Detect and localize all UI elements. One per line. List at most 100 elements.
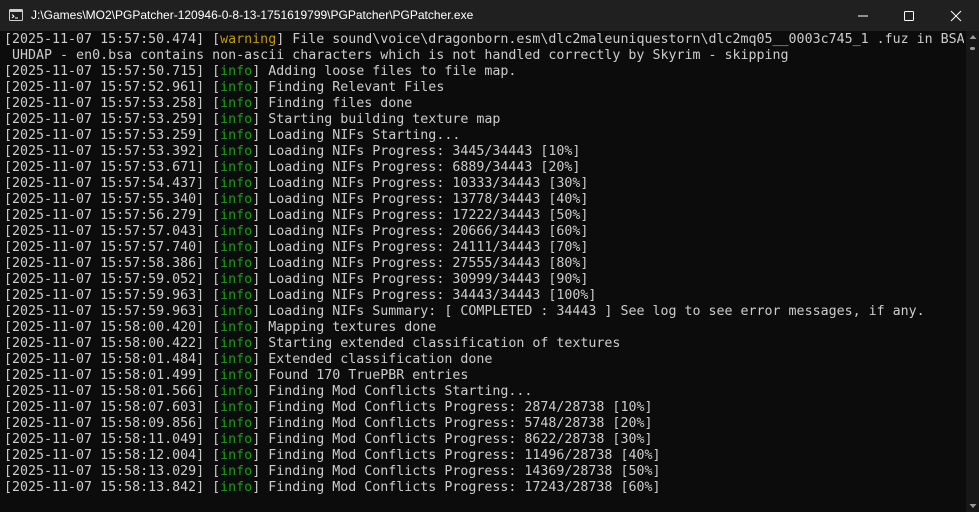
log-message: Finding Mod Conflicts Progress: 2874/287… bbox=[268, 400, 653, 415]
log-timestamp: [2025-11-07 15:57:54.437] bbox=[4, 176, 205, 191]
log-level: info bbox=[220, 128, 253, 143]
log-message: Found 170 TruePBR entries bbox=[268, 368, 469, 383]
log-timestamp: [2025-11-07 15:57:50.715] bbox=[4, 64, 205, 79]
log-timestamp: [2025-11-07 15:57:55.340] bbox=[4, 192, 205, 207]
log-timestamp: [2025-11-07 15:58:00.420] bbox=[4, 320, 205, 335]
log-timestamp: [2025-11-07 15:57:50.474] bbox=[4, 32, 205, 47]
log-timestamp: [2025-11-07 15:57:53.258] bbox=[4, 96, 205, 111]
log-message: Loading NIFs Progress: 17222/34443 [50%] bbox=[268, 208, 589, 223]
log-level: info bbox=[220, 272, 253, 287]
log-level: info bbox=[220, 320, 253, 335]
console-line: [2025-11-07 15:58:07.603] [info] Finding… bbox=[4, 400, 653, 415]
log-timestamp: [2025-11-07 15:57:53.671] bbox=[4, 160, 205, 175]
chevron-up-icon bbox=[969, 35, 976, 39]
log-level: info bbox=[220, 336, 253, 351]
log-message: Starting building texture map bbox=[268, 112, 501, 127]
console-line: [2025-11-07 15:58:11.049] [info] Finding… bbox=[4, 432, 653, 447]
log-level: info bbox=[220, 368, 253, 383]
log-level: info bbox=[220, 208, 253, 223]
log-timestamp: [2025-11-07 15:57:53.259] bbox=[4, 112, 205, 127]
log-level: info bbox=[220, 192, 253, 207]
chevron-down-icon bbox=[969, 504, 976, 508]
log-message: Finding Relevant Files bbox=[268, 80, 445, 95]
title-bar[interactable]: J:\Games\MO2\PGPatcher-120946-0-8-13-175… bbox=[0, 0, 979, 31]
log-level: info bbox=[220, 160, 253, 175]
scrollbar-thumb[interactable] bbox=[970, 47, 975, 50]
log-timestamp: [2025-11-07 15:58:01.566] bbox=[4, 384, 205, 399]
log-message: Mapping textures done bbox=[268, 320, 437, 335]
log-message: Loading NIFs Summary: [ COMPLETED : 3444… bbox=[268, 304, 925, 319]
log-message: Loading NIFs Progress: 13778/34443 [40%] bbox=[268, 192, 589, 207]
log-message: Finding Mod Conflicts Progress: 14369/28… bbox=[268, 464, 661, 479]
log-timestamp: [2025-11-07 15:58:13.029] bbox=[4, 464, 205, 479]
close-icon bbox=[950, 10, 962, 21]
log-level: info bbox=[220, 464, 253, 479]
console-line: [2025-11-07 15:58:13.842] [info] Finding… bbox=[4, 480, 661, 495]
log-message: File sound\voice\dragonborn.esm\dlc2male… bbox=[292, 32, 964, 47]
log-timestamp: [2025-11-07 15:58:01.499] bbox=[4, 368, 205, 383]
console-line: [2025-11-07 15:57:59.052] [info] Loading… bbox=[4, 272, 589, 287]
log-message: Finding Mod Conflicts Progress: 8622/287… bbox=[268, 432, 653, 447]
log-timestamp: [2025-11-07 15:57:59.052] bbox=[4, 272, 205, 287]
minimize-icon bbox=[858, 15, 868, 16]
console-line: [2025-11-07 15:58:00.420] [info] Mapping… bbox=[4, 320, 437, 335]
log-level: info bbox=[220, 96, 253, 111]
console-line: UHDAP - en0.bsa contains non-ascii chara… bbox=[4, 48, 964, 64]
close-button[interactable] bbox=[933, 0, 979, 31]
log-timestamp: [2025-11-07 15:57:58.386] bbox=[4, 256, 205, 271]
console-line: [2025-11-07 15:57:54.437] [info] Loading… bbox=[4, 176, 589, 191]
console-line: [2025-11-07 15:57:57.043] [info] Loading… bbox=[4, 224, 589, 239]
console-line: [2025-11-07 15:58:01.566] [info] Finding… bbox=[4, 384, 533, 399]
log-message: UHDAP - en0.bsa contains non-ascii chara… bbox=[12, 48, 789, 63]
log-timestamp: [2025-11-07 15:57:56.279] bbox=[4, 208, 205, 223]
log-level: info bbox=[220, 400, 253, 415]
log-timestamp: [2025-11-07 15:58:09.856] bbox=[4, 416, 205, 431]
vertical-scrollbar[interactable] bbox=[966, 31, 979, 512]
terminal-window: J:\Games\MO2\PGPatcher-120946-0-8-13-175… bbox=[0, 0, 979, 512]
log-level: info bbox=[220, 80, 253, 95]
console-output[interactable]: [2025-11-07 15:57:50.474] [warning] File… bbox=[4, 32, 964, 512]
log-timestamp: [2025-11-07 15:58:12.004] bbox=[4, 448, 205, 463]
console-line: [2025-11-07 15:58:01.484] [info] Extende… bbox=[4, 352, 493, 367]
console-line: [2025-11-07 15:58:00.422] [info] Startin… bbox=[4, 336, 621, 351]
log-timestamp: [2025-11-07 15:57:53.259] bbox=[4, 128, 205, 143]
log-level: info bbox=[220, 416, 253, 431]
log-message: Finding Mod Conflicts Progress: 5748/287… bbox=[268, 416, 653, 431]
log-level: info bbox=[220, 112, 253, 127]
log-message: Finding files done bbox=[268, 96, 413, 111]
log-level: info bbox=[220, 256, 253, 271]
log-level: info bbox=[220, 288, 253, 303]
maximize-icon bbox=[904, 10, 914, 21]
log-level: info bbox=[220, 240, 253, 255]
log-message: Loading NIFs Progress: 24111/34443 [70%] bbox=[268, 240, 589, 255]
log-level: info bbox=[220, 448, 253, 463]
scroll-down-button[interactable] bbox=[966, 500, 979, 512]
log-timestamp: [2025-11-07 15:57:53.392] bbox=[4, 144, 205, 159]
log-timestamp: [2025-11-07 15:57:57.740] bbox=[4, 240, 205, 255]
log-message: Finding Mod Conflicts Starting... bbox=[268, 384, 533, 399]
console-line: [2025-11-07 15:57:59.963] [info] Loading… bbox=[4, 288, 597, 303]
console-line: [2025-11-07 15:57:53.259] [info] Loading… bbox=[4, 128, 461, 143]
scroll-up-button[interactable] bbox=[966, 31, 979, 43]
console-line: [2025-11-07 15:58:01.499] [info] Found 1… bbox=[4, 368, 469, 383]
console-line: [2025-11-07 15:57:50.474] [warning] File… bbox=[4, 32, 964, 47]
window-title: J:\Games\MO2\PGPatcher-120946-0-8-13-175… bbox=[31, 8, 474, 22]
log-message: Extended classification done bbox=[268, 352, 493, 367]
log-message: Finding Mod Conflicts Progress: 17243/28… bbox=[268, 480, 661, 495]
log-level: info bbox=[220, 64, 253, 79]
log-message: Loading NIFs Starting... bbox=[268, 128, 461, 143]
log-timestamp: [2025-11-07 15:58:00.422] bbox=[4, 336, 205, 351]
log-message: Loading NIFs Progress: 27555/34443 [80%] bbox=[268, 256, 589, 271]
console-line: [2025-11-07 15:57:53.392] [info] Loading… bbox=[4, 144, 581, 159]
maximize-button[interactable] bbox=[886, 0, 932, 31]
log-level: warning bbox=[220, 32, 277, 47]
log-timestamp: [2025-11-07 15:57:52.961] bbox=[4, 80, 205, 95]
log-level: info bbox=[220, 432, 253, 447]
log-timestamp: [2025-11-07 15:58:11.049] bbox=[4, 432, 205, 447]
minimize-button[interactable] bbox=[840, 0, 886, 31]
log-level: info bbox=[220, 304, 253, 319]
console-line: [2025-11-07 15:57:50.715] [info] Adding … bbox=[4, 64, 517, 79]
log-timestamp: [2025-11-07 15:58:13.842] bbox=[4, 480, 205, 495]
console-line: [2025-11-07 15:58:12.004] [info] Finding… bbox=[4, 448, 661, 463]
console-line: [2025-11-07 15:57:52.961] [info] Finding… bbox=[4, 80, 445, 95]
